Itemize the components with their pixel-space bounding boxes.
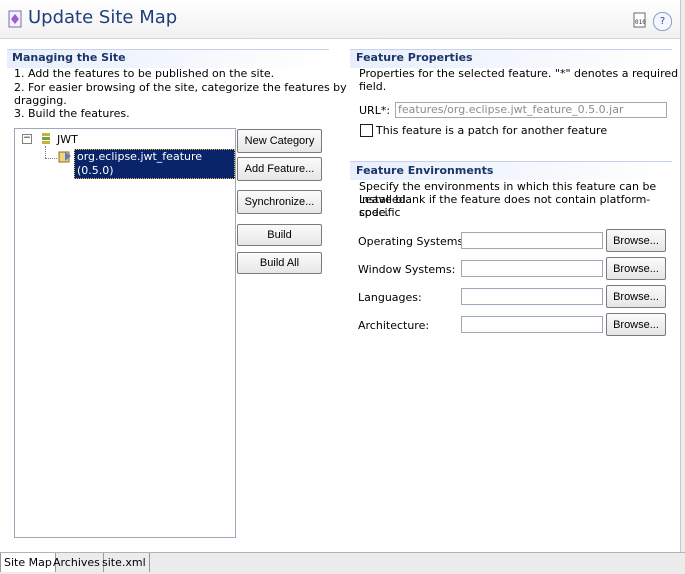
window-systems-field[interactable]: [461, 260, 603, 277]
page-title: Update Site Map: [28, 7, 178, 28]
feature-env-desc-3: code.: [359, 206, 390, 219]
category-icon: [42, 133, 50, 144]
add-feature-button[interactable]: Add Feature...: [237, 157, 322, 181]
managing-step-2: 2. For easier browsing of the site, cate…: [14, 81, 347, 94]
patch-checkbox-label: This feature is a patch for another feat…: [376, 124, 608, 137]
tree-category-jwt[interactable]: JWT: [57, 133, 78, 146]
feature-properties-title: Feature Properties: [356, 51, 473, 64]
tree-feature-item[interactable]: org.eclipse.jwt_feature (0.5.0): [74, 149, 235, 179]
binary-icon[interactable]: 010: [631, 12, 648, 29]
help-icon[interactable]: ?: [653, 12, 672, 31]
build-all-button[interactable]: Build All: [237, 252, 322, 274]
editor-tabs: Site Map Archives site.xml: [0, 552, 685, 574]
architecture-browse-button[interactable]: Browse...: [606, 313, 666, 336]
url-field[interactable]: features/org.eclipse.jwt_feature_0.5.0.j…: [395, 102, 667, 118]
feature-properties-desc-2: field.: [359, 80, 387, 93]
managing-step-3: 3. Build the features.: [14, 107, 130, 120]
feature-properties-desc-1: Properties for the selected feature. "*"…: [359, 67, 679, 80]
collapse-toggle[interactable]: −: [22, 134, 32, 144]
site-map-icon: [8, 10, 22, 28]
tab-site-map[interactable]: Site Map: [0, 553, 56, 572]
feature-plugin-icon: [58, 151, 71, 163]
languages-field[interactable]: [461, 288, 603, 305]
feature-environments-title: Feature Environments: [356, 164, 494, 177]
managing-section-title: Managing the Site: [12, 51, 126, 64]
tab-site-xml[interactable]: site.xml: [99, 553, 150, 572]
operating-systems-field[interactable]: [461, 232, 603, 249]
architecture-field[interactable]: [461, 316, 603, 333]
new-category-button[interactable]: New Category: [237, 129, 322, 153]
architecture-label: Architecture:: [358, 319, 430, 332]
window-systems-label: Window Systems:: [358, 263, 456, 276]
build-button[interactable]: Build: [237, 224, 322, 246]
synchronize-button[interactable]: Synchronize...: [237, 190, 322, 214]
editor-edge: [680, 0, 685, 552]
url-label: URL*:: [359, 104, 391, 117]
tree-connector: [45, 146, 47, 158]
tree-connector-h: [45, 158, 57, 160]
feature-env-desc-2: Leave blank if the feature does not cont…: [359, 193, 651, 219]
feature-tree[interactable]: − JWT org.eclipse.jwt_feature (0.5.0): [14, 128, 236, 538]
languages-browse-button[interactable]: Browse...: [606, 285, 666, 308]
operating-systems-browse-button[interactable]: Browse...: [606, 229, 666, 252]
managing-step-2b: dragging.: [14, 94, 67, 107]
editor-header: Update Site Map 010 ?: [0, 0, 685, 39]
tab-archives[interactable]: Archives: [50, 553, 104, 572]
languages-label: Languages:: [358, 291, 422, 304]
svg-text:010: 010: [635, 19, 646, 26]
window-systems-browse-button[interactable]: Browse...: [606, 257, 666, 280]
operating-systems-label: Operating Systems:: [358, 235, 467, 248]
managing-step-1: 1. Add the features to be published on t…: [14, 67, 275, 80]
patch-checkbox[interactable]: [360, 124, 373, 137]
